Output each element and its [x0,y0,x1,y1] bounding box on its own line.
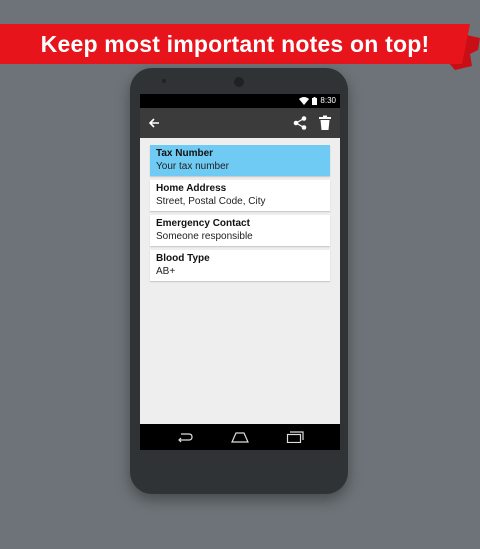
status-time: 8:30 [320,96,336,105]
note-title: Emergency Contact [156,218,250,229]
note-value: Someone responsible [156,231,253,242]
note-item-tax-number[interactable]: Tax Number Your tax number [150,145,330,176]
sensor [162,79,166,83]
note-value: AB+ [156,266,176,277]
note-item-blood-type[interactable]: Blood Type AB+ [150,250,330,281]
promo-banner: Keep most important notes on top! [0,24,480,70]
status-bar: 8:30 [140,94,340,108]
toolbar [140,108,340,138]
note-item-emergency-contact[interactable]: Emergency Contact Someone responsible [150,215,330,246]
note-title: Home Address [156,183,227,194]
note-title: Blood Type [156,253,210,264]
back-arrow-icon[interactable] [146,115,162,131]
share-icon[interactable] [292,115,308,131]
phone-frame: 8:30 Tax Number Your tax number Home Add… [130,68,348,494]
note-title: Tax Number [156,148,214,159]
nav-home-icon[interactable] [230,430,250,444]
note-value: Street, Postal Code, City [156,196,266,207]
nav-recents-icon[interactable] [286,431,304,443]
wifi-icon [299,96,310,105]
front-camera [234,77,244,87]
trash-icon[interactable] [318,115,332,131]
battery-icon [312,96,318,105]
nav-back-icon[interactable] [176,431,194,443]
notes-list: Tax Number Your tax number Home Address … [150,145,330,285]
note-value: Your tax number [156,161,230,172]
note-item-home-address[interactable]: Home Address Street, Postal Code, City [150,180,330,211]
banner-text: Keep most important notes on top! [40,31,430,57]
app-screen: 8:30 Tax Number Your tax number Home Add… [140,94,340,450]
navigation-bar [140,424,340,450]
